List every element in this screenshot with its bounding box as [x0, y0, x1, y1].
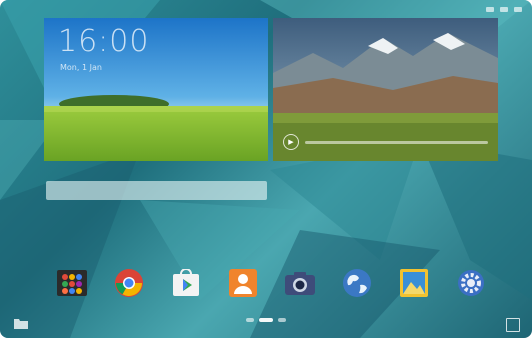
status-bar [486, 7, 522, 12]
search-bar[interactable] [46, 181, 267, 200]
dock-app-chrome[interactable] [107, 268, 151, 302]
clock-widget[interactable]: 16:00 Mon, 1 Jan [44, 18, 268, 161]
recent-apps-icon[interactable] [506, 318, 520, 332]
signal-icon [486, 7, 494, 12]
settings-icon [456, 268, 486, 298]
dock-app-apps[interactable] [50, 268, 94, 302]
contacts-icon [228, 268, 258, 298]
dock-app-contacts[interactable] [221, 268, 265, 302]
battery-icon [514, 7, 522, 12]
page-indicator[interactable] [246, 318, 286, 322]
chrome-icon [114, 268, 144, 298]
photo-widget[interactable]: ▶ [273, 18, 498, 161]
dock-app-camera[interactable] [278, 268, 322, 302]
wifi-icon [500, 7, 508, 12]
play-store-icon [171, 268, 201, 298]
home-screen: 16:00 Mon, 1 Jan ▶ [0, 0, 532, 338]
dock-app-gallery[interactable] [392, 268, 436, 302]
page-dot[interactable] [246, 318, 254, 322]
dock-app-settings[interactable] [449, 268, 493, 302]
folder-icon[interactable] [14, 318, 28, 329]
page-dot-active[interactable] [259, 318, 273, 322]
dock-app-play-store[interactable] [164, 268, 208, 302]
play-icon[interactable]: ▶ [283, 134, 299, 150]
apps-icon [57, 268, 87, 298]
dock-app-internet[interactable] [335, 268, 379, 302]
clock-time: 16:00 [58, 24, 150, 59]
clock-date: Mon, 1 Jan [60, 63, 102, 72]
gallery-icon [399, 268, 429, 298]
internet-icon [342, 268, 372, 298]
page-dot[interactable] [278, 318, 286, 322]
camera-icon [285, 268, 315, 298]
media-progress-track[interactable] [305, 140, 488, 144]
app-dock [50, 268, 500, 314]
media-controls: ▶ [283, 133, 488, 151]
